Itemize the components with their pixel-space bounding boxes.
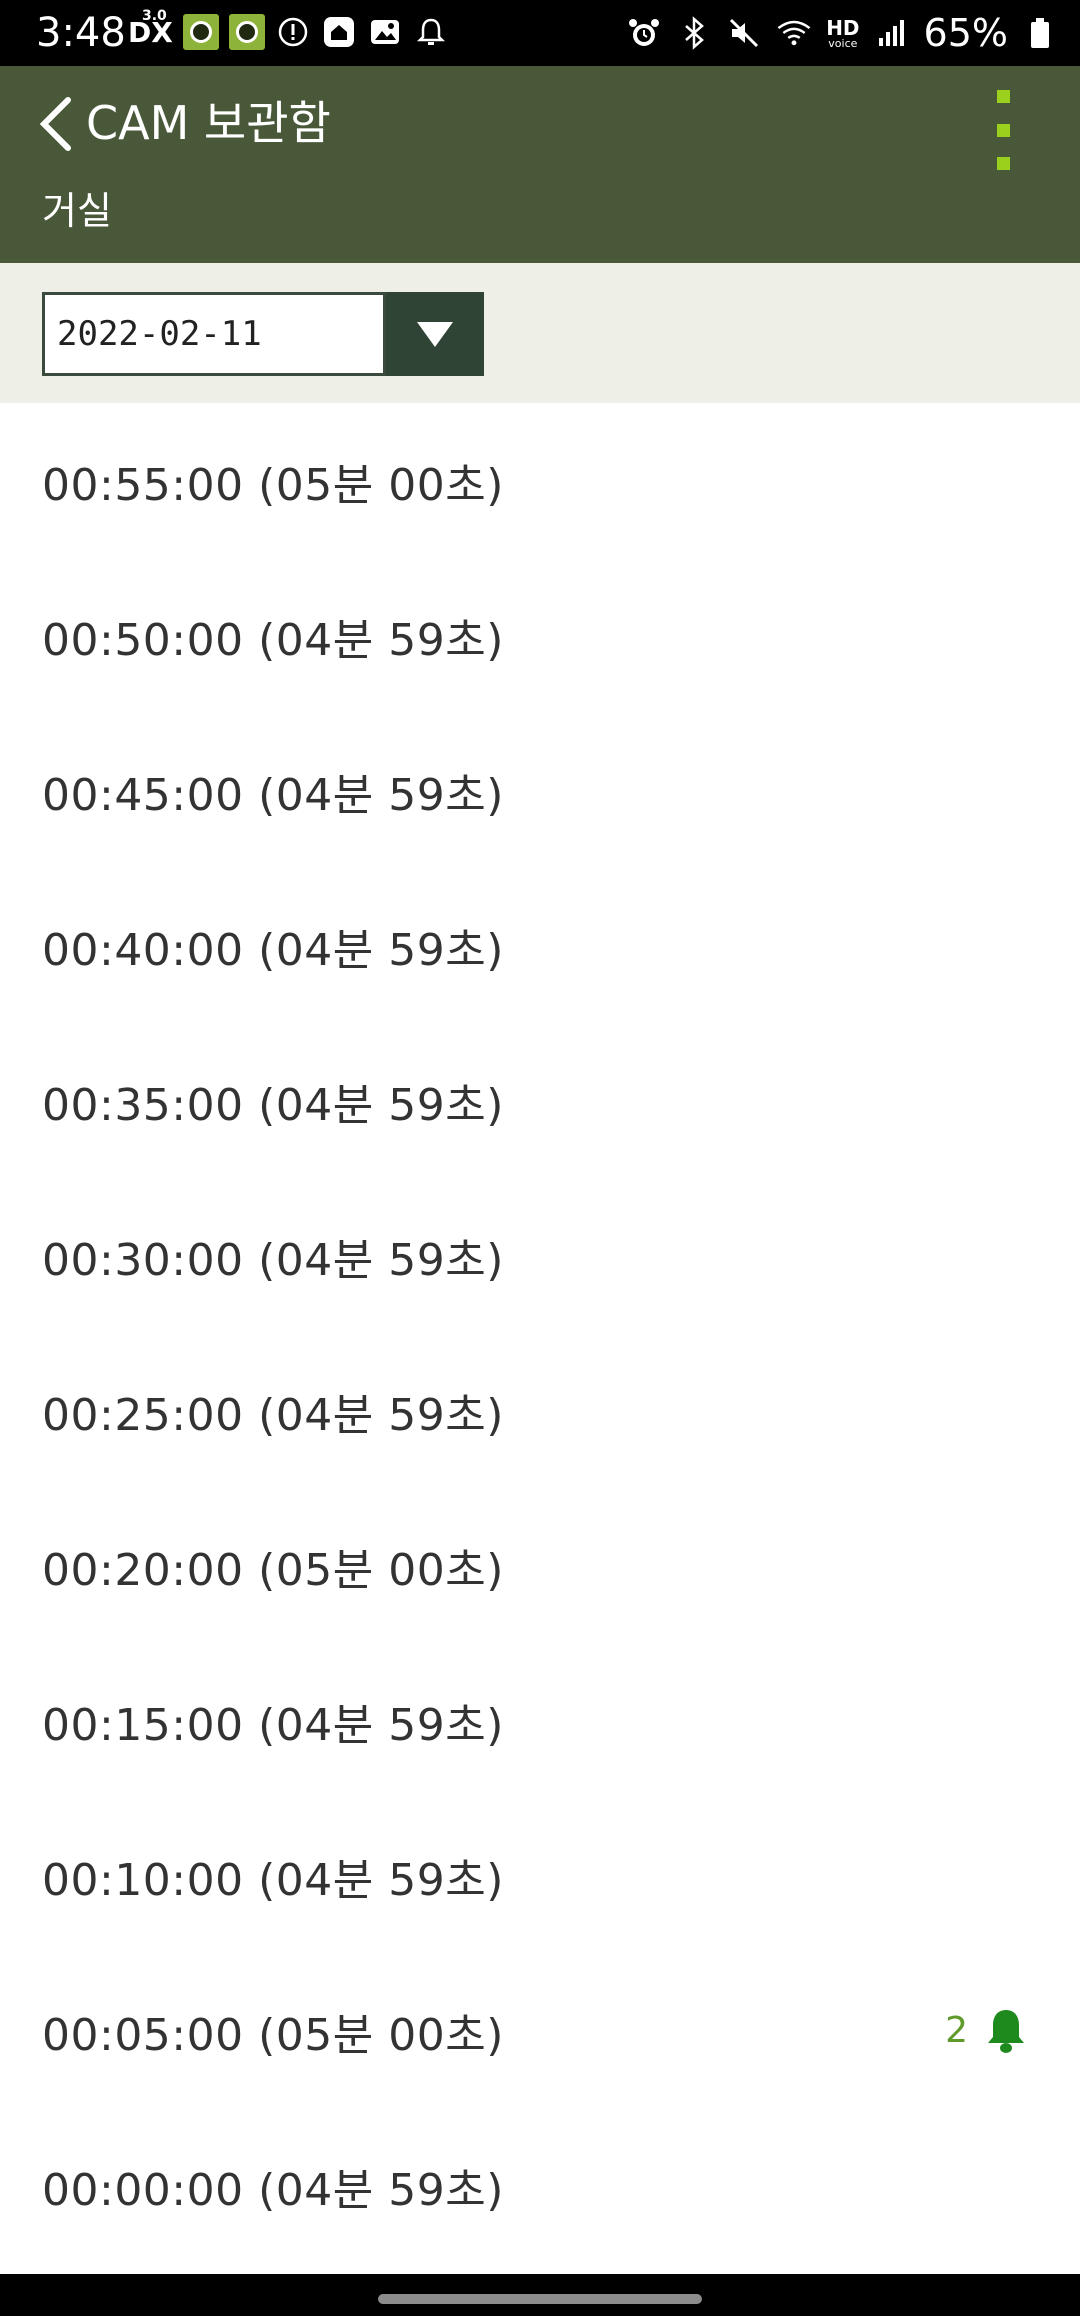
date-filter-bar: 2022-02-11 — [0, 263, 1080, 403]
recording-list-item[interactable]: 00:20:00 (05분 00초) — [0, 1488, 1080, 1643]
mute-icon — [726, 15, 762, 51]
cam-app-icon — [228, 14, 265, 50]
recording-list-item[interactable]: 00:15:00 (04분 59초) — [0, 1643, 1080, 1798]
recording-list-item[interactable]: 00:30:00 (04분 59초) — [0, 1178, 1080, 1333]
recording-list-item[interactable]: 00:00:00 (04분 59초) — [0, 2108, 1080, 2263]
recording-list-item[interactable]: 00:40:00 (04분 59초) — [0, 868, 1080, 1023]
more-vert-icon — [996, 90, 1010, 103]
battery-percent: 65% — [923, 11, 1008, 55]
status-bar: 3:48 DX 3.0 HD voice 65% — [0, 0, 1080, 66]
system-nav-bar — [0, 2274, 1080, 2316]
recording-list: 00:55:00 (05분 00초) 00:50:00 (04분 59초) 00:4… — [0, 403, 1080, 2263]
recording-time-label: 00:55:00 (05분 00초) — [42, 459, 504, 511]
recording-time-label: 00:40:00 (04분 59초) — [42, 924, 504, 976]
status-left-icons: DX 3.0 — [128, 7, 449, 50]
cam-app-icon — [182, 14, 219, 50]
recording-time-label: 00:10:00 (04분 59초) — [42, 1854, 504, 1906]
home-gesture-handle[interactable] — [378, 2294, 702, 2304]
page-title: CAM 보관함 — [86, 96, 331, 150]
recording-time-label: 00:00:00 (04분 59초) — [42, 2164, 504, 2216]
camera-name: 거실 — [42, 189, 112, 233]
signal-icon — [874, 15, 910, 51]
recording-list-item[interactable]: 00:25:00 (04분 59초) — [0, 1333, 1080, 1488]
more-vert-icon-dot — [996, 157, 1010, 170]
date-dropdown-button[interactable] — [386, 292, 484, 376]
date-value[interactable]: 2022-02-11 — [42, 292, 386, 376]
gallery-icon — [367, 14, 403, 50]
wifi-icon — [776, 15, 812, 51]
bell-outline-icon — [413, 14, 449, 50]
recording-time-label: 00:50:00 (04분 59초) — [42, 614, 504, 666]
recording-list-item[interactable]: 00:45:00 (04분 59초) — [0, 713, 1080, 868]
info-circle-icon — [275, 14, 311, 50]
recording-time-label: 00:15:00 (04분 59초) — [42, 1699, 504, 1751]
recording-list-item[interactable]: 00:05:00 (05분 00초) 2 — [0, 1953, 1080, 2108]
more-menu-button[interactable] — [980, 84, 1026, 176]
recording-time-label: 00:45:00 (04분 59초) — [42, 769, 504, 821]
status-time: 3:48 — [36, 10, 126, 56]
dx-icon: DX 3.0 — [128, 7, 173, 49]
date-select[interactable]: 2022-02-11 — [42, 292, 484, 376]
recording-time-label: 00:05:00 (05분 00초) — [42, 2009, 504, 2061]
caret-down-icon — [417, 322, 453, 347]
more-vert-icon-dot — [996, 123, 1010, 137]
recording-time-label: 00:25:00 (04분 59초) — [42, 1389, 504, 1441]
bluetooth-icon — [676, 15, 712, 51]
recording-time-label: 00:30:00 (04분 59초) — [42, 1234, 504, 1286]
event-alert-count: 2 — [945, 2010, 968, 2051]
recording-time-label: 00:35:00 (04분 59초) — [42, 1079, 504, 1131]
app-bar: CAM 보관함 거실 — [0, 66, 1080, 263]
status-right-icons: HD voice 65% — [626, 10, 1058, 56]
recording-time-label: 00:20:00 (05분 00초) — [42, 1544, 504, 1596]
battery-icon — [1022, 15, 1058, 51]
home-icon — [321, 14, 357, 50]
bell-icon — [988, 2009, 1024, 2053]
recording-list-item[interactable]: 00:50:00 (04분 59초) — [0, 558, 1080, 713]
recording-list-item[interactable]: 00:10:00 (04분 59초) — [0, 1798, 1080, 1953]
alarm-icon — [626, 15, 662, 51]
hd-voice-icon: HD voice — [826, 15, 860, 50]
back-button[interactable] — [26, 84, 86, 164]
chevron-left-icon — [39, 97, 71, 151]
event-alert: 2 — [945, 2007, 1028, 2055]
recording-list-item[interactable]: 00:35:00 (04분 59초) — [0, 1023, 1080, 1178]
recording-list-item[interactable]: 00:55:00 (05분 00초) — [0, 403, 1080, 558]
